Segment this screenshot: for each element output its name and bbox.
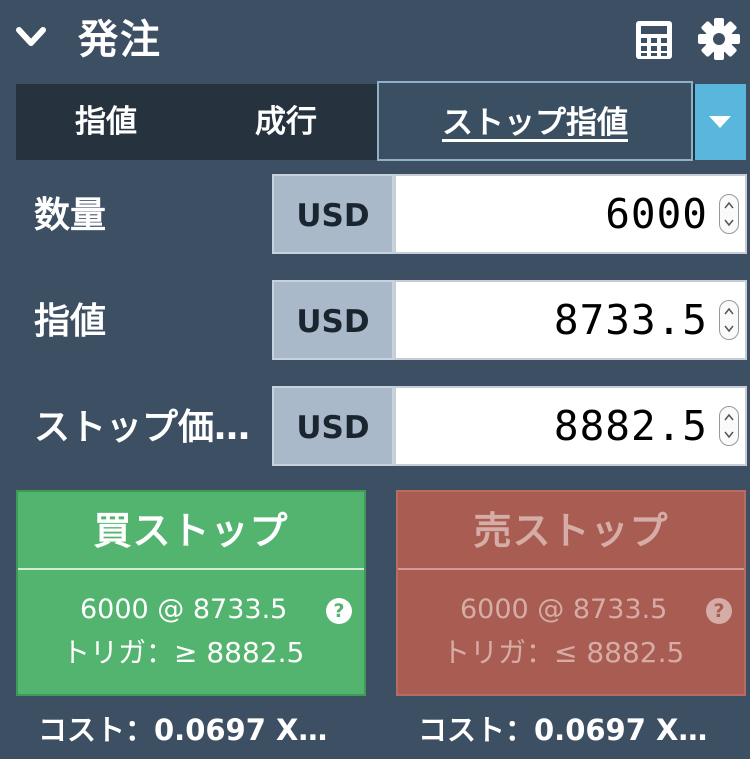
sell-order-summary: 6000 @ 8733.5: [460, 594, 668, 625]
gear-icon[interactable]: [696, 16, 742, 62]
chevron-down-icon[interactable]: [14, 22, 48, 52]
caret-down-icon: [709, 116, 731, 128]
stop-price-label: ストップ価…: [34, 407, 251, 448]
sell-stop-title: 売ストップ: [473, 509, 669, 553]
tab-limit[interactable]: 指値: [16, 84, 196, 160]
calculator-icon[interactable]: [634, 20, 674, 60]
sell-stop-button[interactable]: 売ストップ 6000 @ 8733.5 ? トリガ：≤ 8882.5: [396, 490, 746, 696]
stepper-down-icon[interactable]: [724, 431, 734, 439]
help-icon[interactable]: ?: [706, 598, 732, 624]
limit-price-label: 指値: [34, 301, 107, 342]
order-type-dropdown-button[interactable]: [695, 84, 746, 160]
quantity-field: [394, 174, 747, 254]
sell-cost: コスト：0.0697 X…: [418, 713, 708, 747]
help-icon[interactable]: ?: [326, 598, 352, 624]
buy-stop-title: 買ストップ: [93, 509, 289, 553]
quantity-stepper[interactable]: [719, 194, 739, 234]
quantity-input[interactable]: [396, 176, 708, 252]
buy-divider: [18, 568, 364, 570]
limit-price-unit: USD: [272, 280, 394, 360]
buy-order-summary: 6000 @ 8733.5: [80, 594, 288, 625]
stepper-down-icon[interactable]: [724, 325, 734, 333]
stepper-up-icon[interactable]: [724, 201, 734, 209]
sell-trigger: トリガ：≤ 8882.5: [442, 636, 685, 669]
stop-price-input[interactable]: [396, 388, 708, 464]
order-header: 発注: [0, 0, 750, 82]
tab-stop-limit-label: ストップ指値: [442, 105, 628, 141]
buy-trigger: トリガ：≥ 8882.5: [62, 636, 305, 669]
panel-title: 発注: [78, 17, 162, 63]
stop-price-stepper[interactable]: [719, 406, 739, 446]
stepper-down-icon[interactable]: [724, 219, 734, 227]
quantity-unit: USD: [272, 174, 394, 254]
stop-price-unit: USD: [272, 386, 394, 466]
stepper-up-icon[interactable]: [724, 307, 734, 315]
stop-price-field: [394, 386, 747, 466]
order-type-tabs: 指値 成行 ストップ指値: [16, 81, 746, 161]
buy-cost: コスト：0.0697 X…: [38, 713, 328, 747]
tab-stop-limit[interactable]: ストップ指値: [377, 81, 693, 161]
stepper-up-icon[interactable]: [724, 413, 734, 421]
limit-price-field: [394, 280, 747, 360]
limit-price-stepper[interactable]: [719, 300, 739, 340]
limit-price-input[interactable]: [396, 282, 708, 358]
buy-stop-button[interactable]: 買ストップ 6000 @ 8733.5 ? トリガ：≥ 8882.5: [16, 490, 366, 696]
sell-divider: [398, 568, 744, 570]
tab-market[interactable]: 成行: [196, 84, 376, 160]
quantity-label: 数量: [34, 195, 107, 236]
